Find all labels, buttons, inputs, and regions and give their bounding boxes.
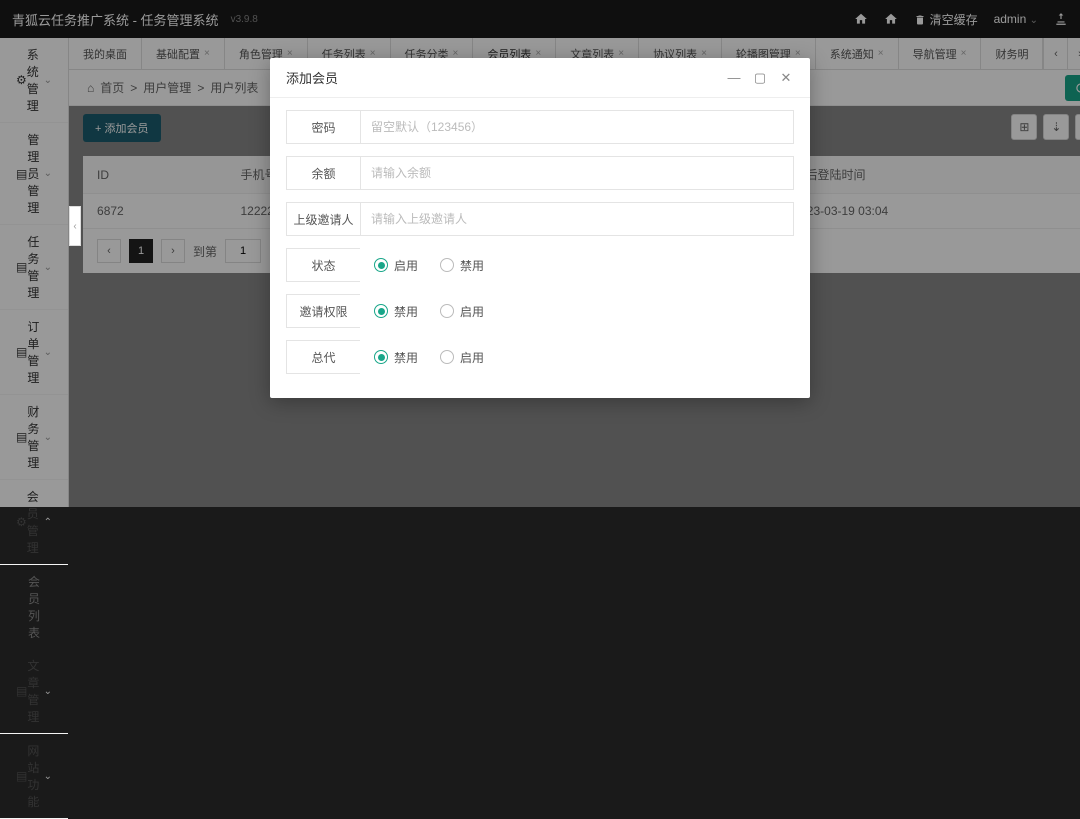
status-label: 状态 <box>286 248 360 282</box>
password-label: 密码 <box>286 110 360 144</box>
sidebar-sub-memberlist[interactable]: 会员列表 <box>0 565 68 649</box>
inviter-label: 上级邀请人 <box>286 202 360 236</box>
balance-label: 余额 <box>286 156 360 190</box>
sidebar-item-site[interactable]: ▤ 网站功能⌄ <box>0 734 68 819</box>
general-agent-label: 总代 <box>286 340 360 374</box>
invite-perm-disable-radio[interactable]: 禁用 <box>374 303 418 320</box>
add-member-modal: 添加会员 — ▢ ✕ 密码 余额 上级邀请人 状态 <box>270 58 810 398</box>
maximize-icon[interactable]: ▢ <box>752 70 768 86</box>
general-agent-enable-radio[interactable]: 启用 <box>440 349 484 366</box>
invite-perm-label: 邀请权限 <box>286 294 360 328</box>
modal-overlay: 添加会员 — ▢ ✕ 密码 余额 上级邀请人 状态 <box>0 0 1080 507</box>
password-field[interactable] <box>360 110 794 144</box>
inviter-field[interactable] <box>360 202 794 236</box>
close-icon[interactable]: ✕ <box>778 70 794 86</box>
sidebar-item-article[interactable]: ▤ 文章管理⌄ <box>0 649 68 734</box>
slide-handle[interactable]: ‹ <box>69 206 81 246</box>
status-enable-radio[interactable]: 启用 <box>374 257 418 274</box>
status-disable-radio[interactable]: 禁用 <box>440 257 484 274</box>
balance-field[interactable] <box>360 156 794 190</box>
modal-title: 添加会员 <box>286 68 338 87</box>
invite-perm-enable-radio[interactable]: 启用 <box>440 303 484 320</box>
general-agent-disable-radio[interactable]: 禁用 <box>374 349 418 366</box>
minimize-icon[interactable]: — <box>726 70 742 86</box>
